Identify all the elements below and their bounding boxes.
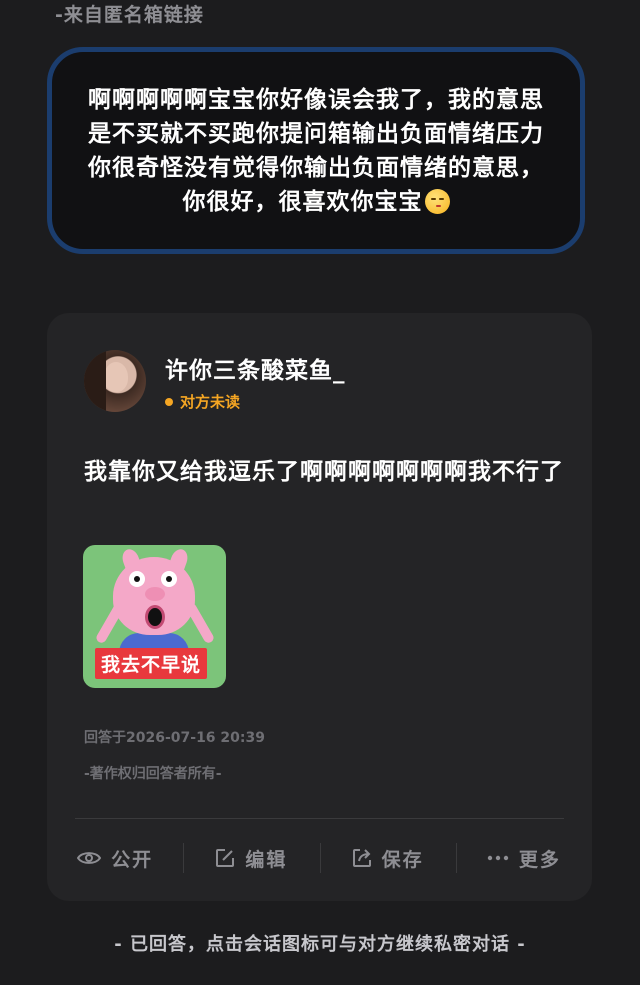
- more-button[interactable]: 更多: [455, 843, 592, 873]
- status-dot-icon: [165, 397, 173, 406]
- question-text: 啊啊啊啊啊宝宝你好像误会我了，我的意思是不买就不买跑你提问箱输出负面情绪压力你很…: [86, 83, 546, 219]
- public-button[interactable]: 公开: [47, 843, 183, 873]
- more-label: 更多: [518, 848, 561, 871]
- question-card: 啊啊啊啊啊宝宝你好像误会我了，我的意思是不买就不买跑你提问箱输出负面情绪压力你很…: [47, 47, 585, 254]
- divider: [75, 818, 564, 819]
- pig-snout: [145, 587, 165, 601]
- share-save-icon: [352, 849, 371, 867]
- public-label: 公开: [111, 848, 154, 871]
- more-dots-icon: [487, 855, 509, 861]
- answer-card: 许你三条酸菜鱼_ 对方未读 我靠你又给我逗乐了啊啊啊啊啊啊啊我不行了 我去不早说…: [47, 313, 592, 901]
- read-status-label: 对方未读: [180, 393, 241, 411]
- source-label: -来自匿名箱链接: [55, 4, 204, 26]
- username[interactable]: 许你三条酸菜鱼_: [165, 351, 346, 385]
- read-status: 对方未读: [165, 391, 240, 412]
- edit-icon: [216, 849, 235, 867]
- pig-eye-right: [161, 571, 177, 587]
- kissing-face-icon: [424, 188, 450, 214]
- save-button[interactable]: 保存: [319, 843, 456, 873]
- action-bar: 公开 编辑 保存 更多: [47, 825, 592, 891]
- sticker-image[interactable]: 我去不早说: [83, 545, 226, 688]
- copyright-notice: -著作权归回答者所有-: [84, 766, 222, 782]
- edit-label: 编辑: [245, 848, 288, 871]
- eye-icon: [77, 852, 102, 864]
- footer-hint[interactable]: - 已回答，点击会话图标可与对方继续私密对话 -: [0, 930, 640, 956]
- sticker-caption: 我去不早说: [95, 648, 208, 679]
- avatar[interactable]: [84, 350, 146, 412]
- edit-button[interactable]: 编辑: [183, 843, 319, 873]
- question-body: 啊啊啊啊啊宝宝你好像误会我了，我的意思是不买就不买跑你提问箱输出负面情绪压力你很…: [88, 86, 544, 215]
- save-label: 保存: [381, 848, 424, 871]
- pig-mouth: [145, 605, 165, 629]
- answer-text: 我靠你又给我逗乐了啊啊啊啊啊啊啊我不行了: [84, 459, 564, 485]
- pig-eye-left: [129, 571, 145, 587]
- answered-timestamp: 回答于2026-07-16 20:39: [84, 730, 265, 746]
